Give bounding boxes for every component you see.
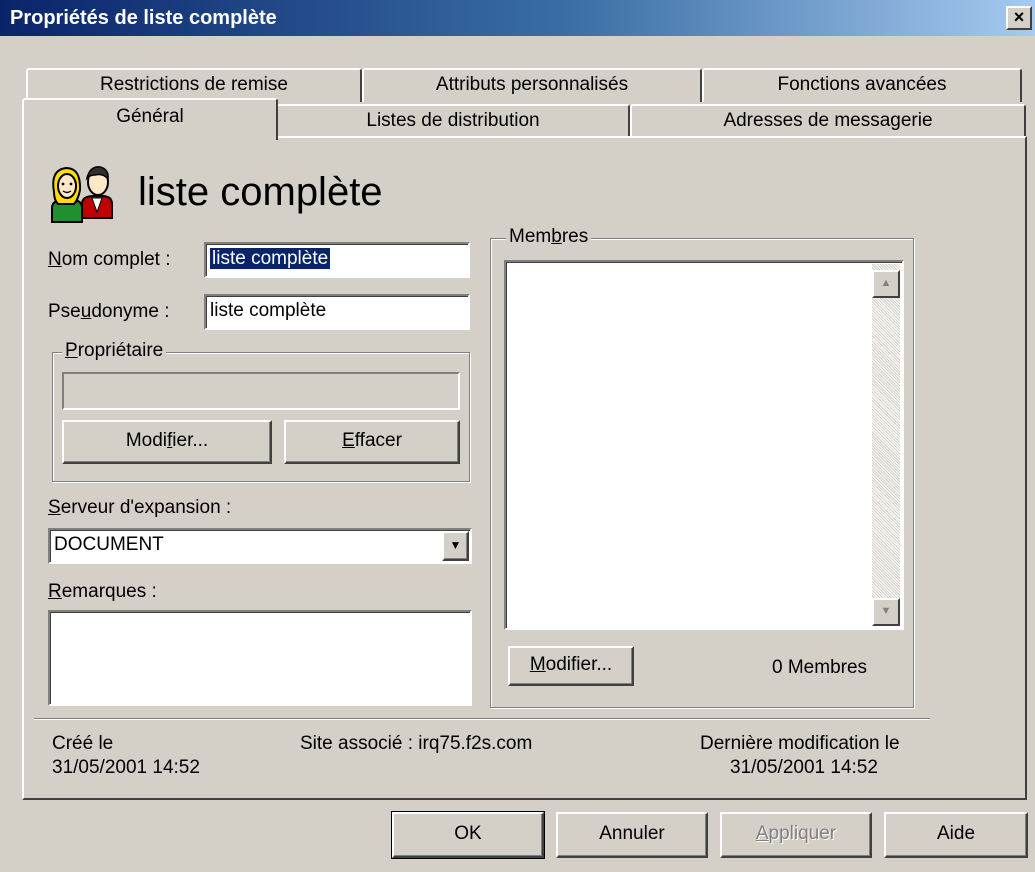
tab-restrictions-de-remise[interactable]: Restrictions de remise [26,68,362,102]
close-icon: × [1013,7,1025,27]
membres-list[interactable] [504,260,904,630]
proprietaire-group-title: Propriétaire [62,340,167,362]
tab-adresses-de-messagerie[interactable]: Adresses de messagerie [630,104,1026,138]
annuler-button[interactable]: Annuler [556,812,708,858]
tab-label: Restrictions de remise [100,74,288,95]
membres-scrollbar[interactable] [872,264,900,626]
tab-label: Général [116,106,184,127]
tab-fonctions-avancees[interactable]: Fonctions avancées [702,68,1022,102]
pseudonyme-value: liste complète [210,300,327,321]
close-button[interactable]: × [1006,6,1032,30]
page-title: liste complète [138,170,383,214]
nom-complet-label: Nom complet : [48,249,171,270]
membres-count: 0 Membres [772,657,868,678]
nom-complet-value: liste complète [210,248,331,269]
serveur-value: DOCUMENT [54,534,164,555]
membres-group-title: Membres [506,226,592,248]
tab-label: Attributs personnalisés [435,74,629,95]
proprietaire-modifier-button[interactable]: Modifier... [62,420,272,464]
pseudonyme-field[interactable]: liste complète [204,294,470,330]
modification-label: Dernière modification le [700,733,900,754]
pseudonyme-label: Pseudonyme : [48,301,170,322]
arrow-up-icon: ▲ [880,277,892,289]
serveur-label: Serveur d'expansion : [48,497,232,518]
nom-complet-field[interactable]: liste complète [204,242,470,278]
membres-modifier-button[interactable]: Modifier... [508,646,634,686]
scroll-up-button[interactable]: ▲ [872,270,900,298]
title-bar[interactable]: Propriétés de liste complète × [0,0,1035,36]
modification-date: 31/05/2001 14:52 [730,757,878,778]
serveur-select[interactable]: DOCUMENT [48,528,472,564]
site-associe: Site associé : irq75.f2s.com [300,733,533,754]
proprietaire-effacer-button[interactable]: Effacer [284,420,460,464]
scroll-down-button[interactable]: ▼ [872,598,900,626]
chevron-down-icon: ▼ [449,538,462,552]
cree-date: 31/05/2001 14:52 [52,757,200,778]
tab-listes-de-distribution[interactable]: Listes de distribution [276,104,630,138]
remarques-textarea[interactable] [48,610,472,706]
arrow-down-icon: ▼ [880,605,892,617]
window-title: Propriétés de liste complète [10,7,277,29]
ok-button[interactable]: OK [391,811,545,859]
tab-label: Fonctions avancées [777,74,947,95]
tab-label: Listes de distribution [366,110,540,131]
proprietaire-field [62,372,460,410]
tab-general[interactable]: Général [22,98,278,140]
appliquer-button[interactable]: Appliquer [720,812,872,858]
footer-divider [34,718,930,720]
remarques-label: Remarques : [48,581,157,602]
people-icon [48,162,120,224]
aide-button[interactable]: Aide [884,812,1028,858]
tab-attributs-personnalises[interactable]: Attributs personnalisés [362,68,702,102]
cree-label: Créé le [52,733,114,754]
tab-label: Adresses de messagerie [723,110,933,131]
serveur-dropdown-button[interactable]: ▼ [442,531,469,561]
